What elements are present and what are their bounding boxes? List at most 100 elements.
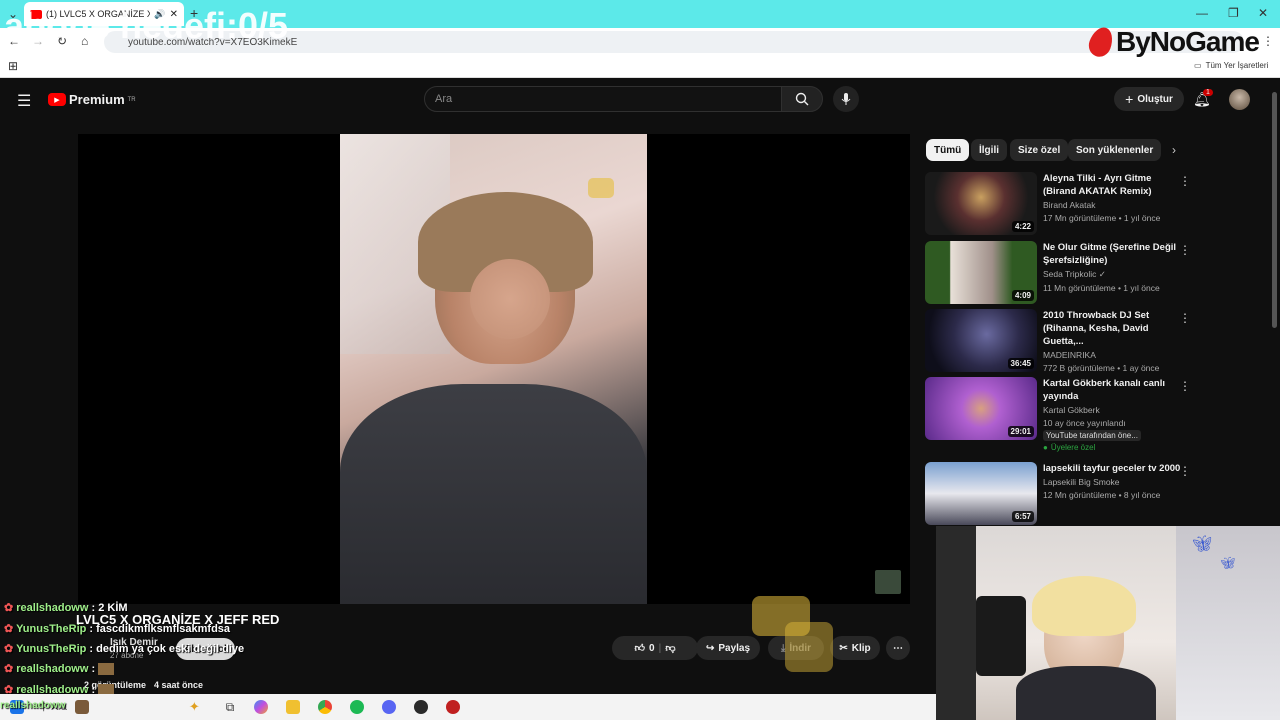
spotify-icon[interactable]: [350, 700, 365, 714]
minimize-icon[interactable]: —: [1196, 6, 1208, 20]
more-options-icon[interactable]: ⋮: [1179, 311, 1191, 325]
members-badge: ● Üyelere özel: [1043, 443, 1183, 452]
logo-region: TR: [127, 96, 136, 103]
streamer-webcam: 🦋︎ 🦋︎: [936, 526, 1280, 720]
youtube-logo[interactable]: ▶ Premium TR: [48, 92, 136, 107]
video-channel[interactable]: Kartal Gökberk: [1043, 405, 1183, 415]
apps-icon[interactable]: ⊞: [8, 59, 18, 73]
video-title[interactable]: Aleyna Tilki - Ayrı Gitme (Birand AKATAK…: [1043, 172, 1183, 198]
related-video[interactable]: 4:22 Aleyna Tilki - Ayrı Gitme (Birand A…: [925, 172, 1195, 236]
video-title[interactable]: 2010 Throwback DJ Set (Rihanna, Kesha, D…: [1043, 309, 1183, 348]
search-icon: [795, 92, 809, 106]
app-icon[interactable]: [414, 700, 429, 714]
more-options-icon[interactable]: ⋮: [1179, 243, 1191, 257]
chat-user: YunusTheRip: [16, 643, 87, 655]
window-close-icon[interactable]: ✕: [1258, 6, 1268, 20]
avatar[interactable]: [1229, 89, 1250, 110]
video-duration: 36:45: [1007, 358, 1034, 369]
video-duration: 6:57: [1011, 511, 1034, 522]
all-bookmarks[interactable]: ▭ Tüm Yer İşaretleri: [1194, 61, 1268, 70]
butterfly-icon: 🦋︎: [1220, 556, 1236, 570]
chat-text: : fascdikmflksmflsakmfdsa: [89, 623, 231, 635]
chat-text: : 2 KİM: [91, 602, 128, 614]
file-explorer-icon[interactable]: [286, 700, 301, 714]
video-thumbnail[interactable]: 29:01: [925, 377, 1037, 440]
video-frame[interactable]: [340, 134, 647, 604]
channel-watermark[interactable]: [875, 570, 901, 594]
more-actions-button[interactable]: ⋯: [886, 636, 910, 660]
chat-user: reallshadoww: [16, 663, 89, 675]
divider: |: [658, 642, 662, 654]
folder-icon: ▭: [1194, 61, 1202, 70]
share-button[interactable]: ↪ Paylaş: [696, 636, 760, 660]
chip-for-you[interactable]: Size özel: [1010, 139, 1069, 161]
chat-badge-icon: ✿: [4, 643, 17, 655]
maximize-icon[interactable]: ❐: [1228, 6, 1239, 20]
chat-message: ✿ YunusTheRip : fascdikmflksmflsakmfdsa: [4, 622, 230, 635]
related-video[interactable]: 6:57 lapsekili tayfur geceler tv 2000 Lap…: [925, 462, 1195, 526]
menu-icon[interactable]: ⋮: [1262, 34, 1274, 48]
video-channel[interactable]: Seda Tripkolic ✓: [1043, 269, 1183, 280]
video-channel[interactable]: MADEINRIKA: [1043, 350, 1183, 360]
notification-badge: 1: [1203, 89, 1213, 96]
microphone-icon: [841, 93, 851, 105]
video-duration: 4:09: [1011, 290, 1034, 301]
voice-search-button[interactable]: [833, 86, 859, 112]
chat-text: : dedim ya çok eski değil diye: [89, 643, 245, 655]
more-options-icon[interactable]: ⋮: [1179, 379, 1191, 393]
video-thumbnail[interactable]: 36:45: [925, 309, 1037, 372]
related-video[interactable]: 29:01 Kartal Gökberk kanalı canlı yayınd…: [925, 377, 1195, 459]
like-button[interactable]: 👍︎ 0: [635, 642, 655, 655]
members-icon: ●: [1043, 443, 1048, 452]
chrome-icon[interactable]: [318, 700, 333, 714]
logo-text: Premium: [69, 92, 125, 107]
search-highlight-icon[interactable]: [74, 700, 89, 714]
copilot-icon[interactable]: [254, 700, 269, 714]
video-channel[interactable]: Lapsekili Big Smoke: [1043, 477, 1183, 487]
chip-all[interactable]: Tümü: [926, 139, 970, 161]
create-button[interactable]: + Oluştur: [1114, 87, 1184, 111]
monitor-edge: [936, 526, 976, 720]
video-thumbnail[interactable]: 4:09: [925, 241, 1037, 304]
chip-recent[interactable]: Son yüklenenler: [1068, 139, 1162, 161]
obs-icon[interactable]: [446, 700, 461, 714]
guide-menu-icon[interactable]: ☰: [17, 91, 31, 111]
video-meta: 17 Mn görüntüleme • 1 yıl önce: [1043, 213, 1161, 223]
share-icon: ↪: [705, 642, 715, 654]
members-label: Üyelere özel: [1050, 443, 1096, 452]
search-input[interactable]: Ara: [424, 86, 782, 112]
discord-icon[interactable]: [382, 700, 397, 714]
cheeks: [470, 259, 550, 339]
video-title[interactable]: Ne Olur Gitme (Şerefine Değil Şerefsizli…: [1043, 241, 1183, 267]
chevron-right-icon[interactable]: ›: [1172, 143, 1176, 157]
video-meta: 12 Mn görüntüleme • 8 yıl önce: [1043, 490, 1161, 500]
video-thumbnail[interactable]: 4:22: [925, 172, 1037, 235]
video-duration: 4:22: [1011, 221, 1034, 232]
task-view-icon[interactable]: ⧉: [226, 700, 235, 715]
more-options-icon[interactable]: ⋮: [1179, 174, 1191, 188]
related-video[interactable]: 36:45 2010 Throwback DJ Set (Rihanna, Ke…: [925, 309, 1195, 373]
video-title[interactable]: Kartal Gökberk kanalı canlı yayında: [1043, 377, 1183, 403]
chip-related[interactable]: İlgili: [971, 139, 1007, 161]
chat-badge-icon: ✿: [4, 602, 17, 614]
video-title[interactable]: lapsekili tayfur geceler tv 2000: [1043, 462, 1183, 475]
scrollbar[interactable]: [1272, 92, 1277, 328]
streamer-hair: [1032, 576, 1136, 636]
chat-user: reallshadoww: [0, 700, 66, 711]
create-label: Oluştur: [1137, 93, 1173, 105]
video-duration: 29:01: [1007, 426, 1034, 437]
search-button[interactable]: [781, 86, 823, 112]
chat-message: ✿ reallshadoww :: [4, 662, 115, 676]
related-video[interactable]: 4:09 Ne Olur Gitme (Şerefine Değil Şeref…: [925, 241, 1195, 305]
widgets-icon[interactable]: ✦: [189, 699, 200, 715]
scissors-icon: ✂: [839, 642, 848, 654]
video-channel[interactable]: Birand Akatak: [1043, 200, 1183, 210]
chat-badge-icon: ✿: [4, 663, 17, 675]
more-options-icon[interactable]: ⋮: [1179, 464, 1191, 478]
chat-badge-icon: ✿: [4, 623, 17, 635]
video-thumbnail[interactable]: 6:57: [925, 462, 1037, 525]
clip-button[interactable]: ✂ Klip: [830, 636, 880, 660]
video-meta: 11 Mn görüntüleme • 1 yıl önce: [1043, 283, 1160, 293]
dislike-button[interactable]: 👎︎: [665, 642, 675, 654]
all-bookmarks-label: Tüm Yer İşaretleri: [1205, 61, 1269, 70]
